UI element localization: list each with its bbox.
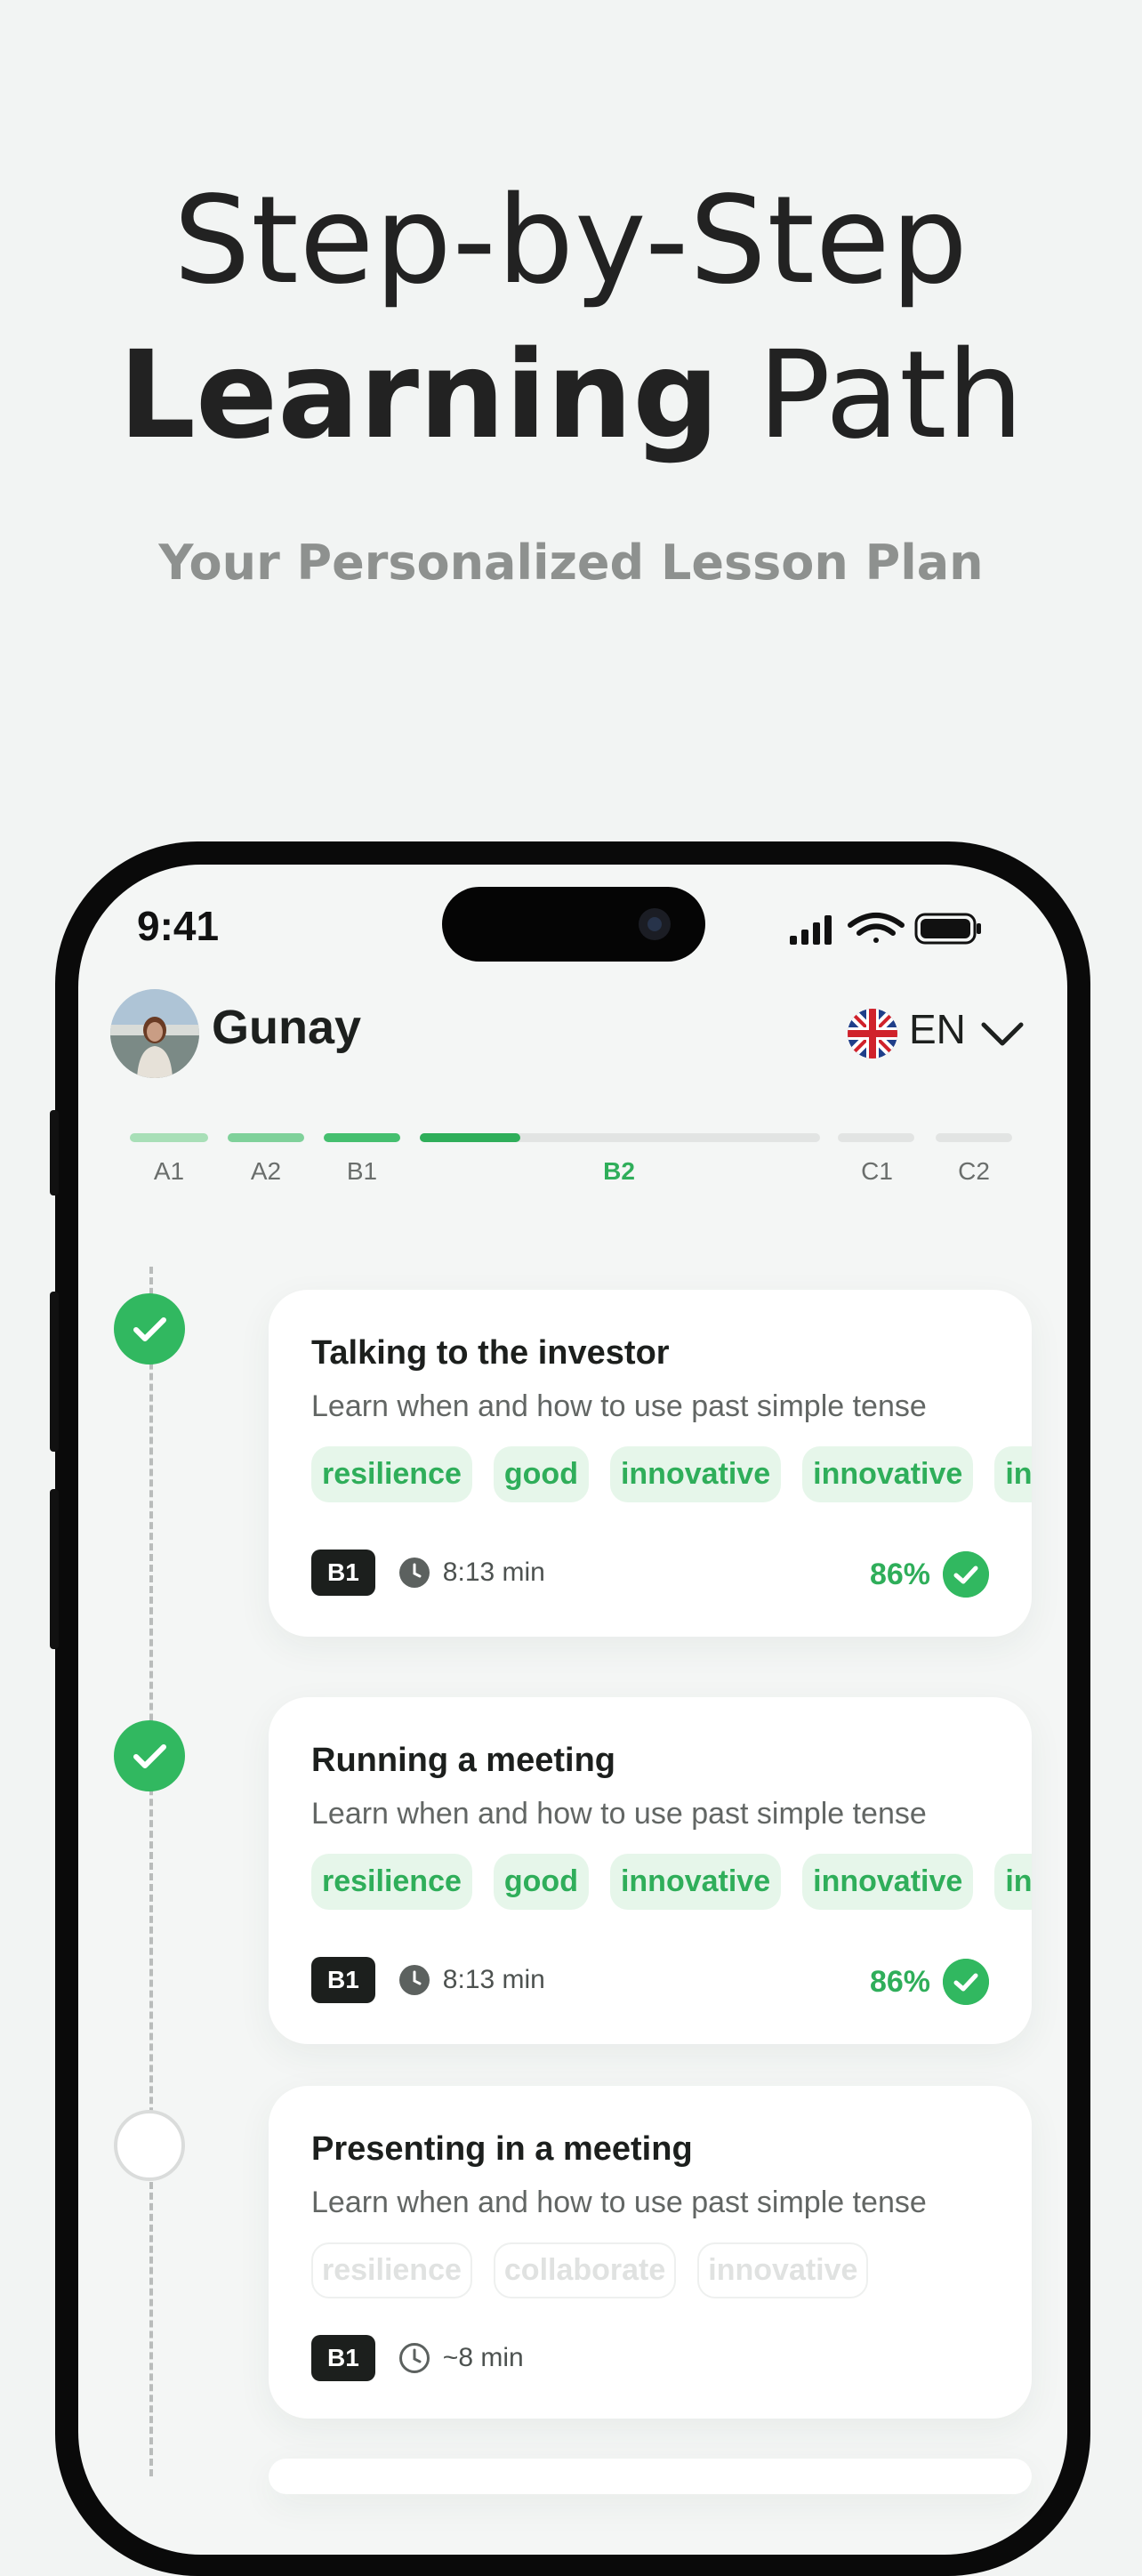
vocab-tags: resilience good innovative innovative in… — [311, 1854, 1032, 1910]
level-bar-b1 — [324, 1133, 400, 1142]
vocab-tag: innovative — [994, 1854, 1032, 1910]
level-bar-b2-fill — [420, 1133, 520, 1142]
timeline-node-completed — [114, 1293, 185, 1364]
phone-volume-up — [50, 1292, 59, 1452]
level-label-a2: A2 — [250, 1157, 282, 1185]
vocab-tag: innovative — [802, 1854, 974, 1910]
lesson-meta: B1 8:13 min — [311, 1957, 545, 2003]
lesson-title: Running a meeting — [311, 1742, 615, 1779]
status-time: 9:41 — [137, 903, 220, 949]
vocab-tag: innovative — [802, 1446, 974, 1502]
score-percent: 86% — [869, 1964, 930, 1999]
hero-title-line1: Step-by-Step — [173, 171, 969, 311]
lesson-duration: 8:13 min — [442, 1965, 545, 1994]
check-circle-icon — [943, 1959, 989, 2005]
vocab-tag: innovative — [697, 2242, 869, 2298]
vocab-tag: good — [493, 1446, 589, 1502]
vocab-tag: good — [493, 1854, 589, 1910]
lesson-duration: ~8 min — [442, 2343, 524, 2372]
check-icon — [133, 1317, 166, 1341]
level-badge: B1 — [311, 1957, 375, 2003]
avatar-photo — [110, 989, 199, 1078]
timeline-node-completed — [114, 1720, 185, 1791]
check-icon — [133, 1744, 166, 1768]
lesson-card[interactable] — [269, 2459, 1032, 2494]
vocab-tags: resilience good innovative innovative in… — [311, 1446, 1032, 1502]
cellular-signal-icon — [790, 915, 832, 945]
lesson-duration: 8:13 min — [442, 1558, 545, 1587]
wifi-icon — [848, 913, 905, 943]
level-label-b1: B1 — [346, 1157, 378, 1185]
level-label-a1: A1 — [153, 1157, 185, 1185]
level-bar-a1 — [130, 1133, 208, 1142]
phone-side-button — [50, 1110, 59, 1195]
username: Gunay — [212, 1001, 362, 1054]
level-bar-b2 — [420, 1133, 820, 1142]
hero-title-bold: Learning — [118, 326, 720, 466]
language-code[interactable]: EN — [909, 1005, 966, 1053]
vocab-tag: innovative — [994, 1446, 1032, 1502]
level-bar-c2 — [936, 1133, 1012, 1142]
clock-icon — [398, 1965, 430, 1995]
hero-subtitle: Your Personalized Lesson Plan — [158, 535, 984, 591]
hero-title-line2: Learning Path — [0, 329, 1142, 463]
lesson-title: Talking to the investor — [311, 1334, 670, 1372]
lesson-card[interactable]: Running a meeting Learn when and how to … — [269, 1697, 1032, 2044]
hero-title-rest: Path — [719, 326, 1024, 466]
level-label-b2: B2 — [603, 1157, 635, 1185]
timeline-line — [149, 1267, 153, 2476]
level-badge: B1 — [311, 2335, 375, 2381]
level-label-c1: C1 — [861, 1157, 893, 1185]
level-bar-a2 — [228, 1133, 304, 1142]
vocab-tag: innovative — [609, 1446, 782, 1502]
lesson-meta: B1 ~8 min — [311, 2335, 524, 2381]
vocab-tag: resilience — [311, 1446, 472, 1502]
status-icons — [790, 913, 981, 945]
lesson-card[interactable]: Presenting in a meeting Learn when and h… — [269, 2086, 1032, 2419]
level-label-c2: C2 — [958, 1157, 990, 1185]
vocab-tag: collaborate — [493, 2242, 677, 2298]
chevron-down-icon[interactable] — [980, 1021, 1025, 1048]
clock-icon — [398, 1558, 430, 1588]
battery-icon — [914, 913, 981, 945]
level-badge: B1 — [311, 1550, 375, 1596]
lesson-description: Learn when and how to use past simple te… — [311, 1797, 927, 1831]
phone-volume-down — [50, 1489, 59, 1649]
level-bar-c1 — [838, 1133, 914, 1142]
lesson-title: Presenting in a meeting — [311, 2130, 693, 2168]
vocab-tag: resilience — [311, 1854, 472, 1910]
lesson-score: 86% — [870, 1551, 989, 1598]
lesson-card[interactable]: Talking to the investor Learn when and h… — [269, 1290, 1032, 1637]
lesson-score: 86% — [870, 1959, 989, 2005]
lesson-description: Learn when and how to use past simple te… — [311, 1389, 927, 1423]
score-percent: 86% — [869, 1557, 930, 1591]
check-circle-icon — [943, 1551, 989, 1598]
lesson-meta: B1 8:13 min — [311, 1550, 545, 1596]
vocab-tag: resilience — [311, 2242, 472, 2298]
camera-icon — [639, 908, 671, 940]
clock-icon — [398, 2343, 430, 2373]
vocab-tags: resilience collaborate innovative — [311, 2242, 869, 2298]
uk-flag-icon[interactable] — [847, 1008, 898, 1059]
lesson-description: Learn when and how to use past simple te… — [311, 2186, 927, 2219]
avatar[interactable] — [110, 989, 199, 1078]
timeline-node-pending — [114, 2110, 185, 2181]
vocab-tag: innovative — [609, 1854, 782, 1910]
